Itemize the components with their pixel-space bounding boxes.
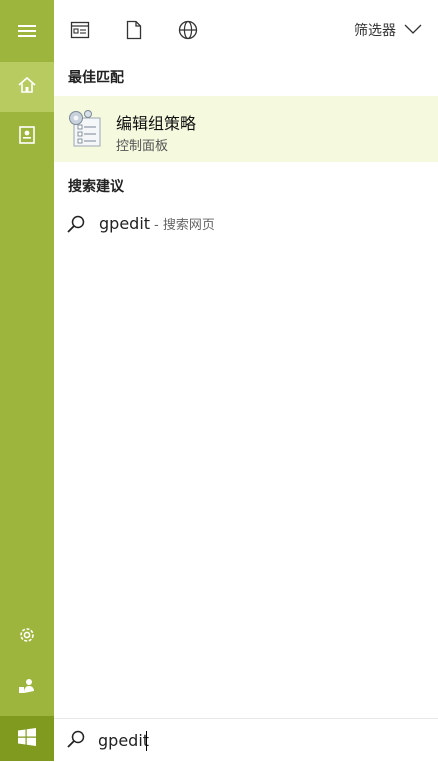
search-box-icon [66, 729, 86, 753]
menu-button[interactable] [0, 8, 54, 58]
settings-button[interactable] [0, 612, 54, 662]
documents-icon [126, 20, 142, 44]
filter-label: 筛选器 [354, 23, 396, 39]
text-caret [146, 731, 147, 751]
search-suggestions-heading: 搜索建议 [68, 179, 124, 195]
search-icon [66, 214, 86, 238]
left-nav-rail [0, 0, 54, 761]
start-button[interactable] [0, 716, 54, 761]
notebook-icon [17, 125, 37, 149]
group-policy-icon [64, 108, 104, 150]
best-match-subtitle: 控制面板 [116, 139, 169, 154]
documents-filter-button[interactable] [120, 18, 148, 46]
search-results-panel: 筛选器 最佳匹配 编辑组策略 控制面板 搜索建议 gpedit - 搜索网页 g… [54, 0, 438, 762]
settings-gear-icon [17, 625, 37, 649]
hamburger-menu-icon [17, 23, 37, 43]
notebook-button[interactable] [0, 112, 54, 162]
search-box [54, 718, 438, 762]
best-match-result[interactable]: 编辑组策略 控制面板 [54, 96, 438, 162]
suggestion-hint: - 搜索网页 [154, 218, 215, 233]
windows-start-icon [17, 727, 37, 751]
suggestion-text: gpedit - 搜索网页 [99, 214, 215, 233]
suggestion-query: gpedit [99, 214, 151, 233]
chevron-down-icon [404, 22, 422, 38]
web-filter-button[interactable] [174, 18, 202, 46]
home-icon [17, 75, 37, 99]
filter-toolbar: 筛选器 [54, 0, 438, 62]
apps-icon [70, 21, 90, 43]
web-globe-icon [178, 20, 198, 44]
best-match-heading: 最佳匹配 [68, 70, 124, 86]
search-input[interactable] [98, 728, 298, 752]
feedback-button[interactable] [0, 664, 54, 714]
filter-dropdown[interactable]: 筛选器 [354, 20, 422, 40]
search-suggestion-item[interactable]: gpedit - 搜索网页 [54, 206, 438, 242]
feedback-icon [17, 677, 37, 701]
apps-filter-button[interactable] [66, 18, 94, 46]
home-button[interactable] [0, 62, 54, 112]
best-match-title: 编辑组策略 [116, 114, 197, 133]
